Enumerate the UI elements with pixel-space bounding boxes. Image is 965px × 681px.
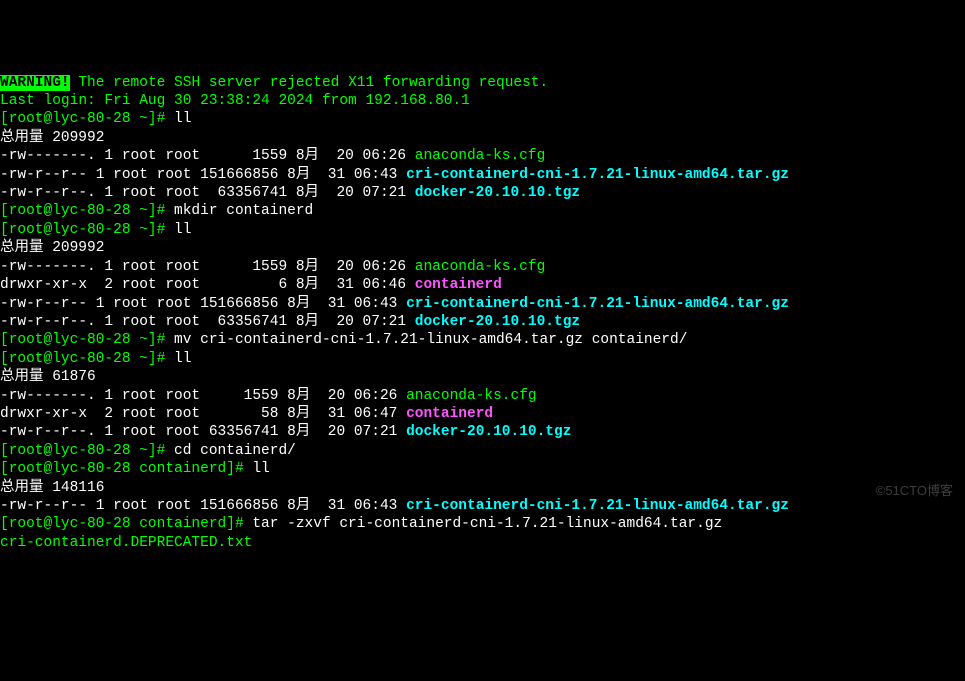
- total-line: 总用量 209992: [0, 130, 104, 146]
- command: ll: [252, 461, 269, 477]
- prompt: [root@lyc-80-28 ~]#: [0, 111, 174, 127]
- ls-meta: drwxr-xr-x 2 root root 58 8月 31 06:47: [0, 406, 406, 422]
- total-line: 总用量 209992: [0, 240, 104, 256]
- file-name: cri-containerd-cni-1.7.21-linux-amd64.ta…: [406, 296, 789, 312]
- prompt: [root@lyc-80-28 ~]#: [0, 332, 174, 348]
- watermark: ©51CTO博客: [876, 483, 953, 500]
- prompt: [root@lyc-80-28 containerd]#: [0, 461, 252, 477]
- prompt: [root@lyc-80-28 ~]#: [0, 351, 174, 367]
- ls-meta: -rw-r--r--. 1 root root 63356741 8月 20 0…: [0, 185, 415, 201]
- file-name: cri-containerd-cni-1.7.21-linux-amd64.ta…: [406, 498, 789, 514]
- prompt: [root@lyc-80-28 ~]#: [0, 203, 174, 219]
- ls-meta: -rw-------. 1 root root 1559 8月 20 06:26: [0, 148, 415, 164]
- command: tar -zxvf cri-containerd-cni-1.7.21-linu…: [252, 516, 722, 532]
- file-name: cri-containerd-cni-1.7.21-linux-amd64.ta…: [406, 167, 789, 183]
- prompt: [root@lyc-80-28 ~]#: [0, 222, 174, 238]
- command: ll: [174, 351, 191, 367]
- ls-meta: -rw-r--r--. 1 root root 63356741 8月 20 0…: [0, 424, 406, 440]
- tar-output: cri-containerd.DEPRECATED.txt: [0, 535, 252, 551]
- prompt: [root@lyc-80-28 ~]#: [0, 443, 174, 459]
- prompt: [root@lyc-80-28 containerd]#: [0, 516, 252, 532]
- dir-name: containerd: [415, 277, 502, 293]
- warning-message: The remote SSH server rejected X11 forwa…: [70, 75, 549, 91]
- file-name: docker-20.10.10.tgz: [415, 314, 580, 330]
- ls-meta: drwxr-xr-x 2 root root 6 8月 31 06:46: [0, 277, 415, 293]
- command: mv cri-containerd-cni-1.7.21-linux-amd64…: [174, 332, 687, 348]
- dir-name: containerd: [406, 406, 493, 422]
- ls-meta: -rw-------. 1 root root 1559 8月 20 06:26: [0, 388, 406, 404]
- total-line: 总用量 148116: [0, 480, 104, 496]
- ls-meta: -rw-r--r--. 1 root root 63356741 8月 20 0…: [0, 314, 415, 330]
- command: mkdir containerd: [174, 203, 313, 219]
- command: cd containerd/: [174, 443, 296, 459]
- terminal[interactable]: WARNING! The remote SSH server rejected …: [0, 74, 965, 553]
- file-name: anaconda-ks.cfg: [406, 388, 537, 404]
- last-login: Last login: Fri Aug 30 23:38:24 2024 fro…: [0, 93, 470, 109]
- ls-meta: -rw-------. 1 root root 1559 8月 20 06:26: [0, 259, 415, 275]
- ls-meta: -rw-r--r-- 1 root root 151666856 8月 31 0…: [0, 296, 406, 312]
- warning-tag: WARNING!: [0, 75, 70, 91]
- ls-meta: -rw-r--r-- 1 root root 151666856 8月 31 0…: [0, 167, 406, 183]
- total-line: 总用量 61876: [0, 369, 96, 385]
- file-name: docker-20.10.10.tgz: [406, 424, 571, 440]
- ls-meta: -rw-r--r-- 1 root root 151666856 8月 31 0…: [0, 498, 406, 514]
- command: ll: [174, 111, 191, 127]
- file-name: anaconda-ks.cfg: [415, 259, 546, 275]
- command: ll: [174, 222, 191, 238]
- file-name: anaconda-ks.cfg: [415, 148, 546, 164]
- file-name: docker-20.10.10.tgz: [415, 185, 580, 201]
